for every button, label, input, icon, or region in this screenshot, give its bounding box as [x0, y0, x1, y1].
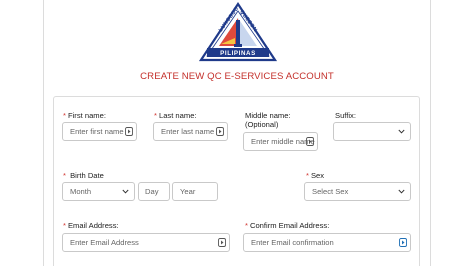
birth-day-input[interactable]: Day: [138, 182, 170, 201]
chevron-down-icon: [398, 129, 405, 134]
seal-bottom-text: PILIPINAS: [220, 50, 256, 57]
sex-label: * Sex: [306, 171, 325, 180]
autofill-icon: [216, 127, 224, 136]
first-name-placeholder: Enter first name: [70, 127, 124, 136]
autofill-icon: [399, 238, 407, 247]
email-placeholder: Enter Email Address: [70, 238, 139, 247]
first-name-input[interactable]: Enter first name: [62, 122, 137, 141]
last-name-placeholder: Enter last name: [161, 127, 215, 136]
sex-select[interactable]: Select Sex: [304, 182, 411, 201]
required-marker: *: [245, 221, 248, 230]
required-marker: *: [154, 111, 157, 120]
birth-year-placeholder: Year: [180, 187, 196, 196]
middle-name-input[interactable]: Enter middle name: [243, 132, 318, 151]
confirm-email-placeholder: Enter Email confirmation: [251, 238, 334, 247]
autofill-icon: [218, 238, 226, 247]
required-marker: *: [63, 171, 66, 180]
confirm-email-label: * Confirm Email Address:: [245, 221, 330, 230]
email-input[interactable]: Enter Email Address: [62, 233, 230, 252]
first-name-label: * First name:: [63, 111, 106, 120]
email-label: * Email Address:: [63, 221, 119, 230]
autofill-icon: [306, 137, 314, 146]
middle-name-label: Middle name: (Optional): [245, 111, 291, 129]
suffix-label: Suffix:: [335, 111, 356, 120]
suffix-select[interactable]: [333, 122, 411, 141]
quezon-city-seal-logo: PILIPINAS LUNGSOD QUEZON: [199, 2, 277, 62]
chevron-down-icon: [398, 189, 405, 194]
birth-year-input[interactable]: Year: [172, 182, 218, 201]
birth-date-label: * Birth Date: [63, 171, 104, 180]
confirm-email-input[interactable]: Enter Email confirmation: [243, 233, 411, 252]
birth-month-value: Month: [70, 187, 92, 196]
last-name-input[interactable]: Enter last name: [153, 122, 228, 141]
required-marker: *: [63, 111, 66, 120]
required-marker: *: [63, 221, 66, 230]
birth-month-select[interactable]: Month: [62, 182, 135, 201]
chevron-down-icon: [122, 189, 129, 194]
birth-day-placeholder: Day: [145, 187, 159, 196]
sex-value: Select Sex: [312, 187, 349, 196]
required-marker: *: [306, 171, 309, 180]
last-name-label: * Last name:: [154, 111, 197, 120]
autofill-icon: [125, 127, 133, 136]
form-title: CREATE NEW QC E-SERVICES ACCOUNT: [140, 71, 334, 82]
